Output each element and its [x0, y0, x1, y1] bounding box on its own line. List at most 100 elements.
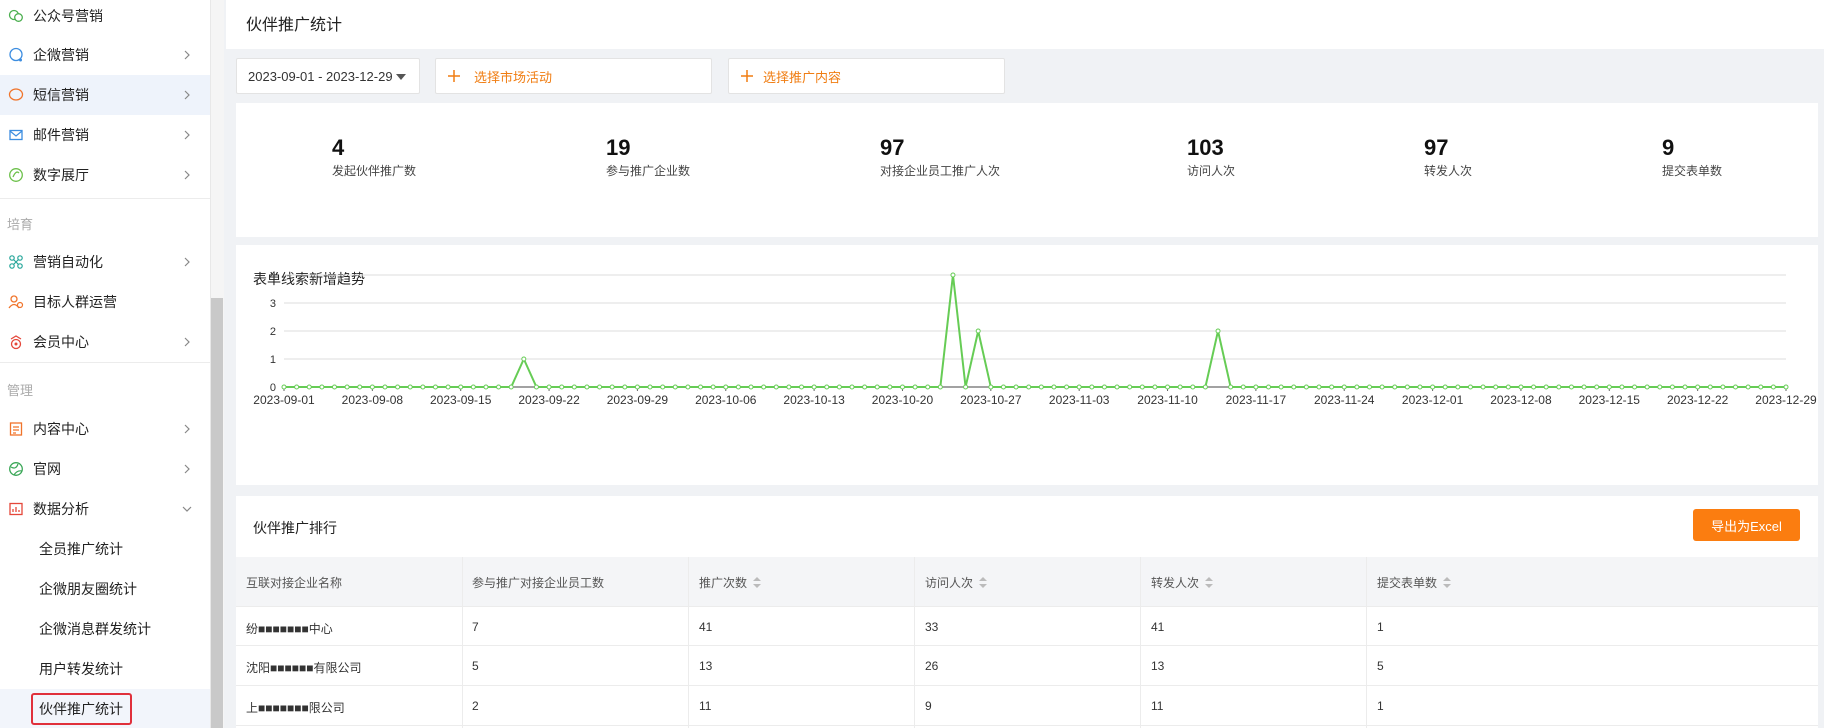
data-point	[925, 384, 931, 390]
sidebar-item-member-center[interactable]: 会员中心	[0, 322, 210, 362]
sort-icon[interactable]	[1443, 577, 1452, 588]
cell-employees: 7	[472, 620, 479, 634]
x-tick-label: 2023-12-01	[1402, 393, 1464, 407]
sidebar-item-marketing-automation[interactable]: 营销自动化	[0, 242, 210, 282]
data-point	[1669, 384, 1675, 390]
select-content-button[interactable]: 选择推广内容	[728, 58, 1005, 94]
y-tick-label: 1	[270, 354, 276, 366]
sidebar-subitem-label: 全员推广统计	[39, 541, 123, 557]
data-point	[1000, 384, 1006, 390]
y-tick-label: 4	[270, 270, 276, 282]
sidebar-item-email-marketing[interactable]: 邮件营销	[0, 115, 210, 155]
stat-value: 19	[606, 135, 631, 160]
data-point	[1606, 384, 1612, 390]
data-point	[1581, 384, 1587, 390]
data-point	[533, 384, 539, 390]
data-point	[1038, 384, 1044, 390]
data-point	[1632, 384, 1638, 390]
sidebar-item-label: 目标人群运营	[33, 294, 117, 310]
data-point	[899, 384, 905, 390]
select-content-label: 选择推广内容	[763, 69, 842, 85]
data-point	[584, 384, 590, 390]
chat-bubble-icon	[8, 47, 24, 63]
x-tick-label: 2023-09-15	[430, 393, 492, 407]
data-point	[698, 384, 704, 390]
date-range-value: 2023-09-01 - 2023-12-29	[248, 68, 393, 84]
data-point	[496, 384, 502, 390]
page-header: 伙伴推广统计	[226, 0, 1824, 49]
column-header-visits[interactable]: 访问人次	[925, 574, 988, 591]
export-excel-button[interactable]: 导出为Excel	[1693, 509, 1800, 541]
sidebar-item-website[interactable]: 官网	[0, 449, 210, 489]
cell-employees: 5	[472, 659, 479, 673]
sort-icon[interactable]	[753, 577, 762, 588]
select-activity-button[interactable]: 选择市场活动	[435, 58, 712, 94]
sidebar-subitem-user-forward-stats[interactable]: 用户转发统计	[0, 649, 210, 689]
sidebar-item-label: 公众号营销	[33, 8, 103, 24]
x-tick-label: 2023-09-01	[253, 393, 315, 407]
sidebar-scrollbar-thumb[interactable]	[211, 298, 223, 728]
date-range-picker[interactable]: 2023-09-01 - 2023-12-29	[236, 58, 420, 94]
data-point	[1392, 384, 1398, 390]
cell-promotions: 11	[699, 699, 712, 713]
analytics-icon	[8, 501, 24, 517]
data-point	[1543, 384, 1549, 390]
sidebar-item-data-analysis[interactable]: 数据分析	[0, 489, 210, 529]
column-header-forwards[interactable]: 转发人次	[1151, 574, 1214, 591]
data-point	[470, 384, 476, 390]
data-point	[294, 384, 300, 390]
sort-icon[interactable]	[979, 577, 988, 588]
data-point	[1165, 384, 1171, 390]
data-point	[773, 384, 779, 390]
data-point	[647, 384, 653, 390]
data-point	[407, 384, 413, 390]
stat-label: 提交表单数	[1662, 164, 1723, 178]
column-header-forms[interactable]: 提交表单数	[1377, 574, 1452, 591]
sidebar-subitem-mass-message-stats[interactable]: 企微消息群发统计	[0, 609, 210, 649]
stat-employee-promotions: 97 对接企业员工推广人次	[880, 135, 1000, 179]
sidebar-item-content-center[interactable]: 内容中心	[0, 409, 210, 449]
sidebar-subitem-moments-stats[interactable]: 企微朋友圈统计	[0, 569, 210, 609]
sidebar-item-sms-marketing[interactable]: 短信营销	[0, 75, 210, 115]
chevron-right-icon	[184, 130, 190, 140]
data-point	[824, 384, 830, 390]
x-tick-label: 2023-11-10	[1137, 393, 1198, 407]
member-icon	[8, 334, 24, 350]
cell-employees: 2	[472, 699, 479, 713]
sidebar-divider	[0, 198, 210, 199]
data-point	[849, 384, 855, 390]
data-point	[735, 384, 741, 390]
showroom-icon	[8, 167, 24, 183]
data-point	[1228, 384, 1234, 390]
stat-label: 参与推广企业数	[606, 164, 691, 178]
stat-participating-companies: 19 参与推广企业数	[606, 135, 690, 179]
sidebar-subitem-all-staff-stats[interactable]: 全员推广统计	[0, 529, 210, 569]
mail-icon	[8, 127, 24, 143]
partner-ranking-card: 伙伴推广排行 导出为Excel 互联对接企业名称 参与推广对接企业员工数 推广次…	[236, 496, 1818, 728]
chevron-right-icon	[184, 90, 190, 100]
data-point	[597, 384, 603, 390]
chevron-right-icon	[184, 424, 190, 434]
data-point	[975, 328, 981, 334]
sidebar-item-wechat-marketing[interactable]: 公众号营销	[0, 0, 210, 36]
data-point	[723, 384, 729, 390]
data-point	[1467, 384, 1473, 390]
column-header-promotions[interactable]: 推广次数	[699, 574, 762, 591]
data-point	[1733, 384, 1739, 390]
sms-icon	[8, 87, 24, 103]
data-point	[395, 384, 401, 390]
data-point	[1366, 384, 1372, 390]
sidebar-item-digital-showroom[interactable]: 数字展厅	[0, 155, 210, 195]
main-content: 伙伴推广统计 2023-09-01 - 2023-12-29 选择市场活动 选择…	[226, 0, 1824, 728]
sidebar-item-wecom-marketing[interactable]: 企微营销	[0, 35, 210, 75]
sidebar-item-label: 数字展厅	[33, 167, 89, 183]
sidebar-item-audience-operation[interactable]: 目标人群运营	[0, 282, 210, 322]
data-point	[963, 384, 969, 390]
data-point	[483, 384, 489, 390]
x-tick-label: 2023-12-08	[1490, 393, 1552, 407]
sidebar-item-label: 邮件营销	[33, 127, 89, 143]
sort-icon[interactable]	[1205, 577, 1214, 588]
data-point	[1695, 384, 1701, 390]
caret-down-icon	[396, 74, 406, 80]
cell-company: 纷■■■■■■■中心	[246, 622, 333, 636]
